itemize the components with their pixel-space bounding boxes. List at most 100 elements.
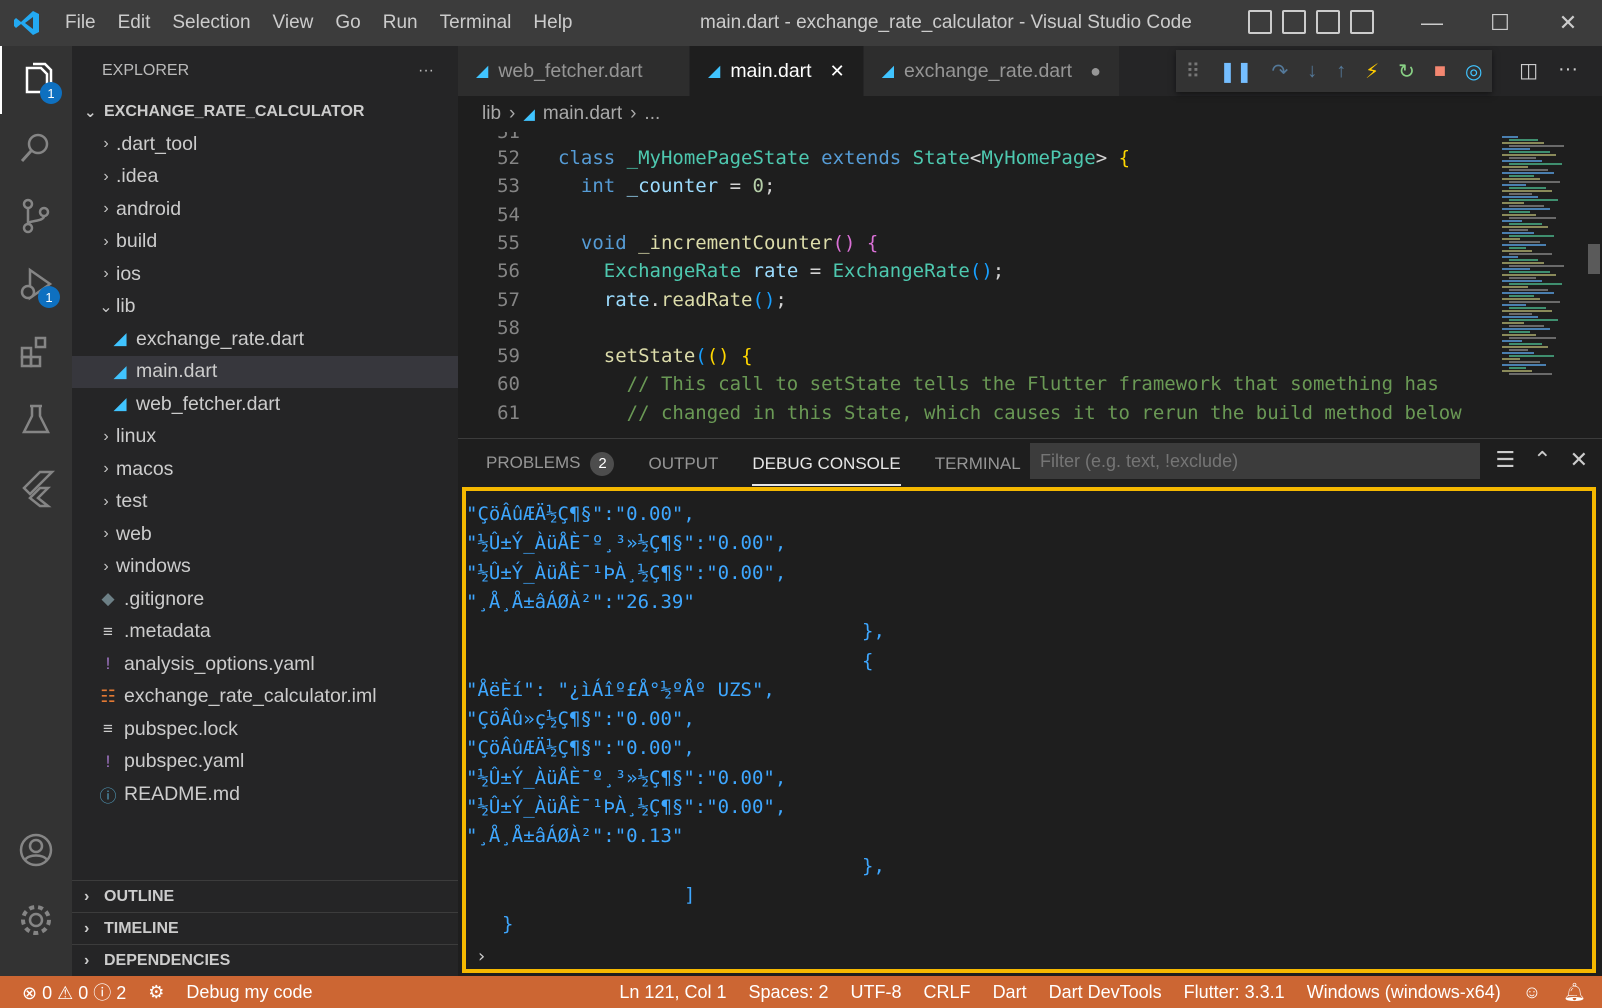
folder-item[interactable]: › .dart_tool — [72, 128, 458, 161]
section-timeline[interactable]: › TIMELINE — [72, 912, 458, 944]
tab-main-dart[interactable]: ◢ main.dart ✕ — [690, 46, 864, 96]
file-item[interactable]: ! analysis_options.yaml — [72, 648, 458, 681]
menu-item[interactable]: Selection — [161, 0, 261, 46]
minimap[interactable] — [1494, 132, 1586, 432]
stop-icon[interactable]: ■ — [1434, 60, 1446, 83]
close-panel-icon[interactable]: ✕ — [1570, 447, 1588, 473]
devtools-icon[interactable]: ◎ — [1465, 59, 1482, 84]
menu-item[interactable]: Help — [522, 0, 583, 46]
folder-item[interactable]: › macos — [72, 453, 458, 486]
device-status[interactable]: Windows (windows-x64) — [1307, 982, 1501, 1003]
close-tab-icon[interactable]: ✕ — [830, 61, 845, 82]
encoding-status[interactable]: UTF-8 — [851, 982, 902, 1003]
menu-item[interactable]: Run — [372, 0, 429, 46]
file-item[interactable]: ☷ exchange_rate_calculator.iml — [72, 681, 458, 714]
file-item[interactable]: ! pubspec.yaml — [72, 746, 458, 779]
console-prompt[interactable]: › — [476, 946, 487, 967]
flutter-version-status[interactable]: Flutter: 3.3.1 — [1184, 982, 1285, 1003]
indentation-status[interactable]: Spaces: 2 — [748, 982, 828, 1003]
tab-web_fetcher-dart[interactable]: ◢ web_fetcher.dart — [458, 46, 690, 96]
toggle-sidebar-icon[interactable] — [1248, 10, 1272, 34]
toggle-panel-icon[interactable] — [1282, 10, 1306, 34]
hot-reload-icon[interactable]: ⚡ — [1365, 59, 1379, 84]
panel-tab-terminal[interactable]: TERMINAL — [935, 454, 1021, 474]
customize-layout-icon[interactable] — [1350, 10, 1374, 34]
run-debug-icon[interactable]: 1 — [0, 250, 72, 318]
toggle-secondary-sidebar-icon[interactable] — [1316, 10, 1340, 34]
close-window-button[interactable]: ✕ — [1534, 0, 1602, 46]
notifications-icon[interactable]: 🔔︎ — [1563, 982, 1586, 1003]
menu-item[interactable]: Go — [324, 0, 371, 46]
unsaved-dot-icon[interactable]: ● — [1090, 61, 1101, 82]
restart-icon[interactable]: ↻ — [1398, 59, 1415, 84]
more-actions-icon[interactable]: ··· — [418, 62, 434, 80]
problems-status[interactable]: ⊗ 0 ⚠ 0 ⓘ 2 — [22, 979, 126, 1005]
breadcrumb-file[interactable]: main.dart — [543, 103, 622, 125]
folder-item[interactable]: › android — [72, 193, 458, 226]
accounts-icon[interactable] — [0, 816, 72, 884]
split-editor-icon[interactable]: ◫ — [1519, 58, 1538, 83]
drag-handle-icon[interactable]: ⠿ — [1185, 59, 1200, 84]
devtools-status[interactable]: Dart DevTools — [1049, 982, 1162, 1003]
section-outline[interactable]: › OUTLINE — [72, 880, 458, 912]
dart-file-icon: ◢ — [881, 63, 895, 80]
search-icon[interactable] — [0, 114, 72, 182]
chevron-right-icon: › — [103, 200, 109, 218]
folder-item[interactable]: › web — [72, 518, 458, 551]
clear-console-icon[interactable]: ☰ — [1495, 447, 1515, 473]
minimize-button[interactable]: — — [1398, 0, 1466, 46]
menu-item[interactable]: View — [262, 0, 325, 46]
extensions-icon[interactable] — [0, 318, 72, 386]
testing-icon[interactable] — [0, 386, 72, 454]
language-status[interactable]: Dart — [993, 982, 1027, 1003]
folder-item[interactable]: › linux — [72, 421, 458, 454]
folder-item[interactable]: › build — [72, 226, 458, 259]
file-type-icon: ☷ — [100, 686, 116, 706]
panel-tab-debug-console[interactable]: DEBUG CONSOLE — [752, 442, 901, 486]
folder-item[interactable]: › test — [72, 486, 458, 519]
file-item[interactable]: ⓘ README.md — [72, 778, 458, 811]
code-editor[interactable]: 51 52 class _MyHomePageState extends State… — [458, 132, 1494, 432]
flutter-icon[interactable] — [0, 454, 72, 522]
cursor-position[interactable]: Ln 121, Col 1 — [619, 982, 726, 1003]
editor-scrollbar[interactable] — [1586, 132, 1602, 432]
folder-item[interactable]: › .idea — [72, 161, 458, 194]
debug-launch-icon[interactable]: ⚙︎ — [148, 982, 164, 1003]
file-item[interactable]: ≡ .metadata — [72, 616, 458, 649]
debug-config-status[interactable]: Debug my code — [186, 982, 312, 1003]
panel-tab-output[interactable]: OUTPUT — [648, 454, 718, 474]
console-filter-input[interactable] — [1030, 443, 1480, 479]
settings-gear-icon[interactable] — [0, 886, 72, 954]
debug-console-output[interactable]: › "ÇöÂûÆÄ½Ç¶§":"0.00", "½Û±Ý_ÀüÅÈ¯º¸³»½Ç¶… — [462, 487, 1596, 973]
menu-item[interactable]: Edit — [107, 0, 162, 46]
maximize-panel-icon[interactable]: ⌃ — [1533, 447, 1551, 473]
breadcrumb-more[interactable]: ... — [644, 103, 660, 125]
menu-item[interactable]: File — [54, 0, 107, 46]
explorer-icon[interactable]: 1 — [0, 46, 72, 114]
editor-more-icon[interactable]: ··· — [1558, 58, 1578, 83]
folder-item[interactable]: › windows — [72, 551, 458, 584]
code-text: // This call to setState tells the Flutt… — [626, 373, 1439, 396]
source-control-icon[interactable] — [0, 182, 72, 250]
file-item[interactable]: ◆ .gitignore — [72, 583, 458, 616]
file-item[interactable]: ◢ web_fetcher.dart — [72, 388, 458, 421]
file-item[interactable]: ◢ main.dart — [72, 355, 458, 388]
step-over-icon[interactable]: ↷ — [1272, 59, 1289, 84]
folder-item[interactable]: ⌄ lib — [72, 291, 458, 324]
breadcrumb-folder[interactable]: lib — [482, 103, 501, 125]
feedback-icon[interactable]: ☺ — [1523, 982, 1541, 1003]
panel-tab-problems[interactable]: PROBLEMS 2 — [486, 452, 615, 476]
maximize-button[interactable]: ☐ — [1466, 0, 1534, 46]
step-into-icon[interactable]: ↓ — [1307, 60, 1317, 83]
project-root[interactable]: ⌄ EXCHANGE_RATE_CALCULATOR — [72, 96, 458, 128]
folder-item[interactable]: › ios — [72, 258, 458, 291]
scrollbar-thumb[interactable] — [1588, 244, 1600, 274]
menu-item[interactable]: Terminal — [429, 0, 523, 46]
file-item[interactable]: ◢ exchange_rate.dart — [72, 323, 458, 356]
file-item[interactable]: ≡ pubspec.lock — [72, 713, 458, 746]
tab-exchange_rate-dart[interactable]: ◢ exchange_rate.dart ● — [863, 46, 1120, 96]
step-out-icon[interactable]: ↑ — [1336, 60, 1346, 83]
section-dependencies[interactable]: › DEPENDENCIES — [72, 944, 458, 976]
pause-icon[interactable]: ❚❚ — [1219, 59, 1253, 84]
eol-status[interactable]: CRLF — [924, 982, 971, 1003]
